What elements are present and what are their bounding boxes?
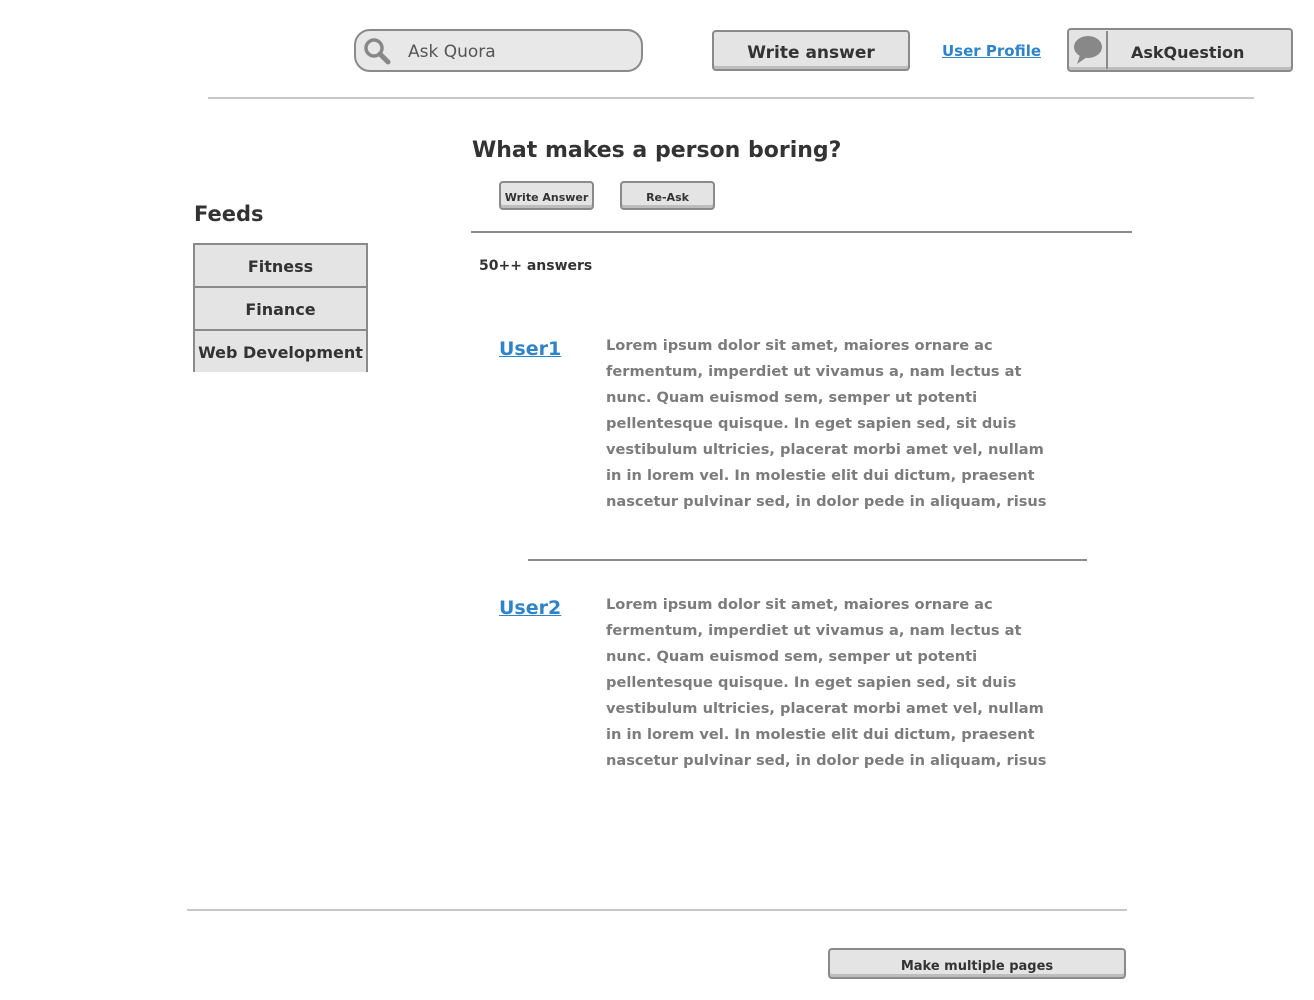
answer-user-link[interactable]: User1 [499,338,561,360]
ask-question-button[interactable]: AskQuestion [1067,28,1293,72]
write-answer-small-button[interactable]: Write Answer [499,181,594,210]
question-title: What makes a person boring? [472,138,842,163]
header-divider [208,97,1254,99]
feed-item-fitness[interactable]: Fitness [195,245,366,286]
answer-text: Lorem ipsum dolor sit amet, maiores orna… [606,596,1047,769]
feeds-list: Fitness Finance Web Development [193,243,368,372]
make-multiple-pages-button[interactable]: Make multiple pages [828,948,1126,979]
feeds-title: Feeds [194,202,264,226]
reask-button[interactable]: Re-Ask [620,181,715,210]
question-divider [471,231,1132,233]
answer-divider [528,559,1087,561]
search-icon [364,38,391,65]
user-profile-link[interactable]: User Profile [942,42,1042,66]
answer-text: Lorem ipsum dolor sit amet, maiores orna… [606,337,1047,510]
write-answer-button[interactable]: Write answer [712,30,910,71]
answer-user-link[interactable]: User2 [499,597,561,619]
speech-bubble-icon [1074,36,1102,64]
search-box[interactable] [354,29,643,72]
feed-item-finance[interactable]: Finance [195,288,366,329]
footer-divider [187,909,1127,911]
ask-icon-container [1070,31,1108,69]
search-input[interactable] [406,38,630,66]
answers-count: 50++ answers [479,258,593,274]
page: Write answer User Profile AskQuestion Fe… [0,0,1314,1000]
ask-question-label: AskQuestion [1131,43,1245,62]
feed-item-web-development[interactable]: Web Development [195,331,366,372]
